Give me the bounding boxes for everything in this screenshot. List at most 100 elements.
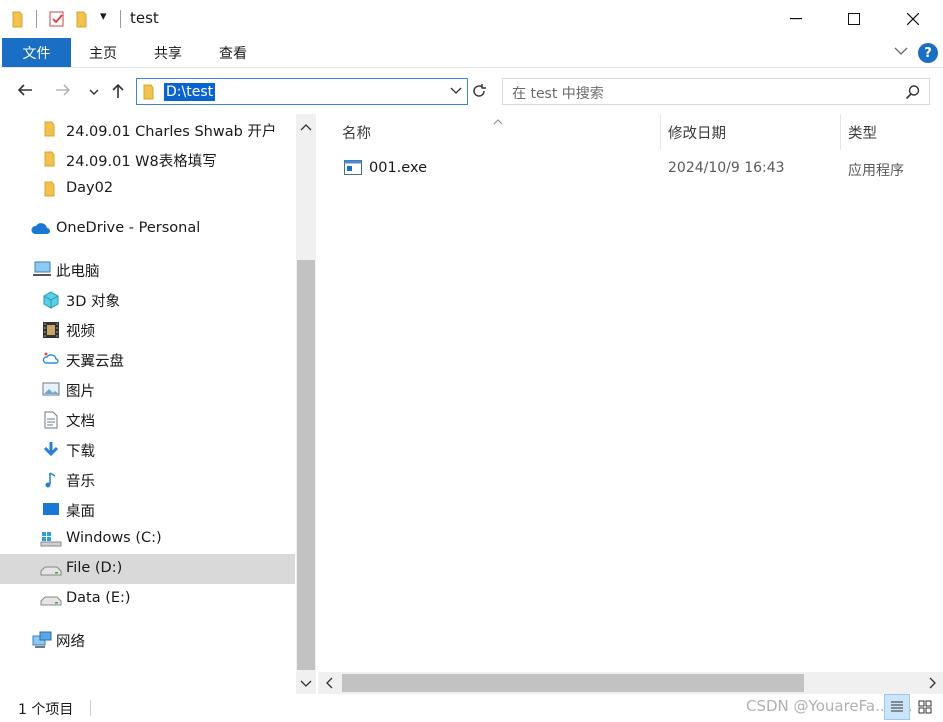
network-icon: [32, 631, 52, 648]
nav-item-desktop[interactable]: 桌面: [0, 494, 295, 524]
nav-item-label: Windows (C:): [66, 530, 162, 546]
nav-item-drive-c[interactable]: Windows (C:): [0, 524, 295, 554]
nav-item-label: 网络: [56, 634, 85, 650]
new-folder-icon[interactable]: [76, 10, 90, 32]
ribbon: 文件 主页 共享 查看 ?: [0, 38, 943, 68]
nav-item-label: 天翼云盘: [66, 354, 124, 370]
nav-item-onedrive[interactable]: OneDrive - Personal: [0, 214, 295, 244]
sort-ascending-icon: [492, 114, 504, 130]
content-scrollbar-thumb[interactable]: [342, 674, 804, 692]
nav-item-drive-d[interactable]: File (D:): [0, 554, 295, 584]
folder-icon: [12, 10, 26, 32]
nav-item-tianyi-cloud[interactable]: 天翼云盘: [0, 344, 295, 374]
folder-icon: [44, 121, 62, 137]
nav-item-documents[interactable]: 文档: [0, 404, 295, 434]
properties-icon[interactable]: [48, 10, 66, 32]
file-name[interactable]: 001.exe: [369, 160, 427, 176]
scroll-down-icon[interactable]: [299, 677, 313, 693]
search-input[interactable]: 在 test 中搜索: [512, 83, 604, 103]
desktop-icon: [42, 501, 60, 517]
music-icon: [44, 471, 62, 488]
nav-item-folder-day02[interactable]: Day02: [0, 174, 295, 204]
details-view-button[interactable]: [884, 694, 910, 720]
address-row: D:\test 在 test 中搜索: [0, 68, 943, 114]
quick-access-dropdown[interactable]: ▾: [100, 9, 107, 24]
cloud-icon: [30, 221, 52, 237]
nav-item-network[interactable]: 网络: [0, 624, 295, 654]
nav-item-label: 3D 对象: [66, 294, 120, 310]
nav-item-folder-w8[interactable]: 24.09.01 W8表格填写: [0, 144, 295, 174]
nav-item-pictures[interactable]: 图片: [0, 374, 295, 404]
back-button[interactable]: [16, 82, 34, 102]
refresh-button[interactable]: [470, 82, 488, 104]
file-row[interactable]: 001.exe 2024/10/9 16:43 应用程序: [342, 154, 942, 182]
column-divider[interactable]: [660, 114, 661, 150]
tab-home[interactable]: 主页: [75, 38, 131, 67]
nav-item-label: 图片: [66, 384, 95, 400]
document-icon: [44, 411, 62, 429]
folder-icon: [143, 84, 157, 104]
recent-locations-dropdown[interactable]: [88, 85, 100, 101]
file-list: 名称 修改日期 类型 001.exe 2024/10/9 16:43 应用程序: [318, 114, 943, 674]
download-icon: [42, 441, 60, 457]
drive-icon: [40, 561, 62, 577]
divider: [90, 700, 91, 716]
title-bar: ▾ test: [0, 0, 943, 38]
nav-item-label: 视频: [66, 324, 95, 340]
navigation-pane: 24.09.01 Charles Shwab 开户 24.09.01 W8表格填…: [0, 114, 296, 694]
tab-view[interactable]: 查看: [205, 38, 261, 67]
nav-item-this-pc[interactable]: 此电脑: [0, 254, 295, 284]
help-icon[interactable]: ?: [918, 43, 938, 63]
up-button[interactable]: [110, 82, 126, 104]
nav-item-label: Day02: [66, 180, 114, 196]
divider: [36, 10, 37, 28]
minimize-button[interactable]: [767, 0, 825, 38]
cloud-disk-icon: [42, 351, 60, 367]
tab-file[interactable]: 文件: [2, 38, 71, 67]
nav-item-label: 24.09.01 W8表格填写: [66, 154, 217, 170]
computer-icon: [32, 261, 51, 277]
nav-item-label: 文档: [66, 414, 95, 430]
tab-share[interactable]: 共享: [140, 38, 196, 67]
address-dropdown-icon[interactable]: [449, 85, 463, 101]
nav-item-downloads[interactable]: 下载: [0, 434, 295, 464]
nav-item-label: OneDrive - Personal: [56, 220, 201, 236]
folder-icon: [44, 181, 62, 197]
nav-scrollbar-thumb[interactable]: [297, 260, 315, 670]
column-header-type[interactable]: 类型: [848, 122, 877, 143]
maximize-button[interactable]: [825, 0, 883, 38]
nav-item-label: File (D:): [66, 560, 123, 576]
search-box[interactable]: 在 test 中搜索: [502, 78, 930, 105]
window-title: test: [130, 9, 159, 27]
column-header-modified[interactable]: 修改日期: [668, 122, 726, 143]
close-button[interactable]: [884, 0, 942, 38]
nav-item-label: 24.09.01 Charles Shwab 开户: [66, 124, 277, 140]
nav-item-label: 音乐: [66, 474, 95, 490]
file-modified: 2024/10/9 16:43: [668, 160, 785, 176]
file-type: 应用程序: [848, 163, 904, 179]
item-count: 1 个项目: [18, 702, 74, 718]
status-bar: 1 个项目 CSDN @YouareFa...f....: [0, 694, 943, 722]
windows-drive-icon: [40, 531, 62, 547]
nav-item-folder-charles[interactable]: 24.09.01 Charles Shwab 开户: [0, 114, 295, 144]
address-bar[interactable]: D:\test: [136, 78, 468, 105]
scroll-up-icon[interactable]: [299, 120, 313, 136]
scroll-right-icon[interactable]: [928, 677, 938, 693]
exe-file-icon: [344, 160, 362, 180]
address-path[interactable]: D:\test: [164, 83, 216, 101]
nav-item-label: 桌面: [66, 504, 95, 520]
drive-icon: [40, 591, 62, 607]
nav-item-3d-objects[interactable]: 3D 对象: [0, 284, 295, 314]
large-icons-view-button[interactable]: [912, 694, 938, 720]
forward-button[interactable]: [54, 82, 72, 102]
nav-item-music[interactable]: 音乐: [0, 464, 295, 494]
nav-item-videos[interactable]: 视频: [0, 314, 295, 344]
nav-item-label: 下载: [66, 444, 95, 460]
column-divider[interactable]: [840, 114, 841, 150]
picture-icon: [42, 381, 60, 397]
column-header-name[interactable]: 名称: [342, 122, 371, 143]
expand-ribbon-icon[interactable]: [893, 45, 909, 61]
scroll-left-icon[interactable]: [324, 677, 334, 693]
nav-item-drive-e[interactable]: Data (E:): [0, 584, 295, 614]
search-icon[interactable]: [905, 84, 921, 104]
